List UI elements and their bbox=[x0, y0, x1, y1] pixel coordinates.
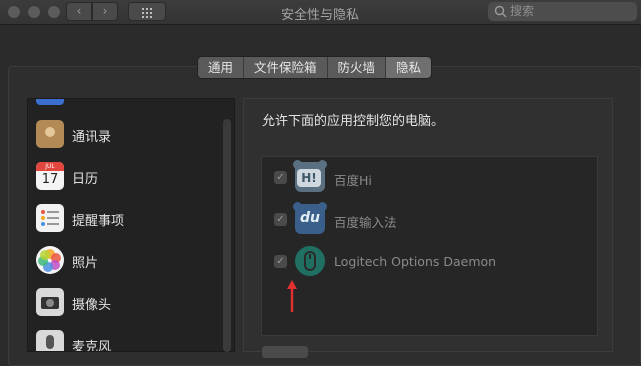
app-row-baidu-hi[interactable]: ✓ H! 百度Hi bbox=[262, 157, 597, 199]
sidebar-item-label: 提醒事项 bbox=[72, 214, 125, 229]
panel-heading: 允许下面的应用控制您的电脑。 bbox=[262, 114, 445, 129]
baidu-input-icon-text: du bbox=[300, 210, 320, 226]
tab-filevault[interactable]: 文件保险箱 bbox=[244, 57, 328, 78]
sidebar-item-label: 照片 bbox=[72, 256, 99, 271]
app-row-baidu-input[interactable]: ✓ du 百度输入法 bbox=[262, 199, 597, 241]
arrow-up-icon bbox=[287, 280, 297, 312]
checkbox[interactable]: ✓ bbox=[274, 255, 287, 268]
sidebar-item-microphone[interactable]: 麦克风 bbox=[28, 325, 218, 352]
baidu-hi-icon-text: H! bbox=[297, 169, 321, 187]
tab-privacy[interactable]: 隐私 bbox=[386, 57, 432, 78]
sidebar-item-photos[interactable]: 照片 bbox=[28, 241, 218, 283]
title-bar: ‹ › 安全性与隐私 bbox=[0, 0, 641, 25]
forward-button[interactable]: › bbox=[92, 2, 118, 21]
add-remove-button[interactable] bbox=[262, 346, 308, 358]
window-title: 安全性与隐私 bbox=[280, 8, 359, 23]
logitech-mouse-icon bbox=[295, 246, 325, 276]
back-button[interactable]: ‹ bbox=[66, 2, 92, 21]
app-name: 百度Hi bbox=[334, 173, 372, 188]
app-name: Logitech Options Daemon bbox=[334, 254, 497, 269]
minimize-window-button[interactable] bbox=[28, 6, 40, 18]
sidebar-item-label: 麦克风 bbox=[72, 340, 112, 352]
tab-bar: 通用 文件保险箱 防火墙 隐私 bbox=[197, 56, 433, 79]
close-window-button[interactable] bbox=[8, 6, 20, 18]
checkmark-icon: ✓ bbox=[276, 256, 285, 267]
app-name: 百度输入法 bbox=[334, 215, 397, 230]
chevron-left-icon: ‹ bbox=[76, 4, 82, 18]
partial-list-item bbox=[36, 99, 64, 105]
baidu-input-icon: du bbox=[293, 202, 327, 234]
sidebar-item-label: 摄像头 bbox=[72, 298, 112, 313]
sidebar-item-contacts[interactable]: 通讯录 bbox=[28, 115, 218, 157]
checkmark-icon: ✓ bbox=[276, 214, 285, 225]
tab-general[interactable]: 通用 bbox=[198, 57, 245, 78]
baidu-hi-icon: H! bbox=[293, 160, 327, 192]
sidebar-scrollbar[interactable] bbox=[223, 119, 231, 352]
chevron-right-icon: › bbox=[102, 4, 108, 18]
app-row-logitech[interactable]: ✓ Logitech Options Daemon bbox=[262, 241, 597, 283]
tab-firewall[interactable]: 防火墙 bbox=[327, 57, 387, 78]
reminders-icon bbox=[36, 204, 64, 232]
microphone-icon bbox=[36, 330, 64, 351]
app-list[interactable]: ✓ H! 百度Hi ✓ du 百度输入法 ✓ Logitech Options … bbox=[261, 156, 598, 336]
camera-icon bbox=[36, 288, 64, 316]
search-icon bbox=[494, 5, 507, 18]
checkbox[interactable]: ✓ bbox=[274, 213, 287, 226]
checkmark-icon: ✓ bbox=[276, 172, 285, 183]
contacts-icon bbox=[36, 120, 64, 148]
sidebar-item-reminders[interactable]: 提醒事项 bbox=[28, 199, 218, 241]
checkbox[interactable]: ✓ bbox=[274, 171, 287, 184]
sidebar-item-label: 通讯录 bbox=[72, 130, 112, 145]
sidebar-item-label: 日历 bbox=[72, 172, 99, 187]
photos-icon bbox=[36, 246, 64, 274]
calendar-month: JUL bbox=[36, 162, 64, 171]
calendar-icon: JUL 17 bbox=[36, 162, 64, 190]
show-all-button[interactable] bbox=[128, 2, 166, 21]
search-input[interactable] bbox=[510, 3, 630, 19]
zoom-window-button[interactable] bbox=[48, 6, 60, 18]
sidebar-item-calendar[interactable]: JUL 17 日历 bbox=[28, 157, 218, 199]
calendar-day: 17 bbox=[41, 172, 59, 187]
sidebar-item-camera[interactable]: 摄像头 bbox=[28, 283, 218, 325]
privacy-category-list[interactable]: 通讯录 JUL 17 日历 提醒事项 照片 摄像头 麦克风 bbox=[27, 98, 235, 352]
search-field[interactable] bbox=[488, 2, 637, 21]
